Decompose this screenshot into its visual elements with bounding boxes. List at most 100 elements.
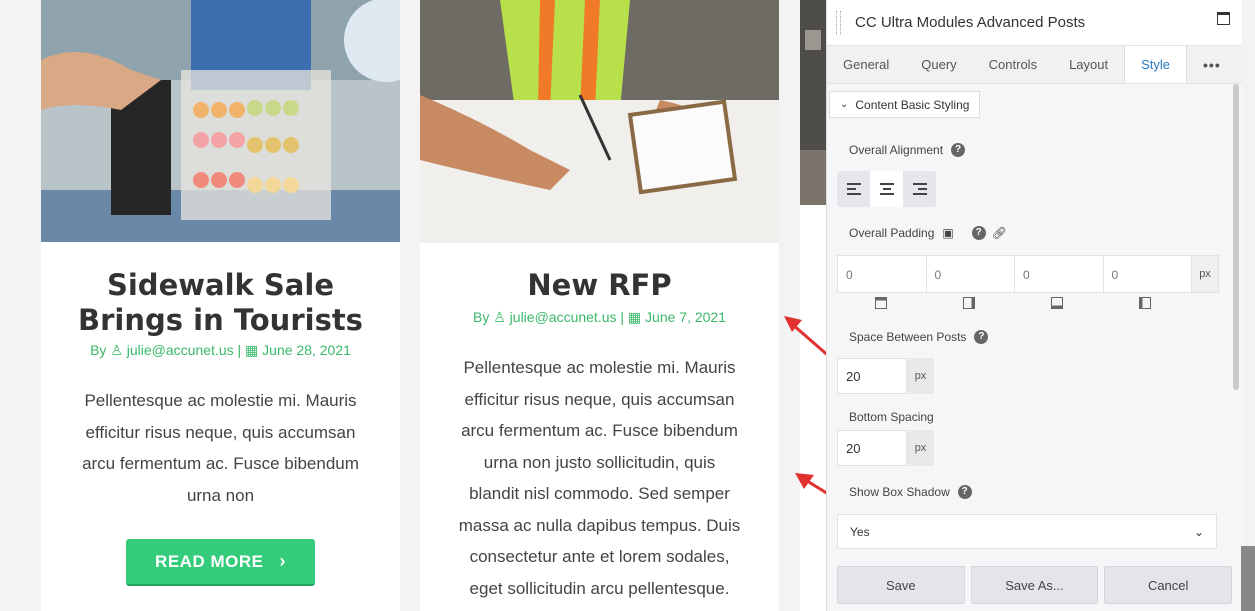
section-toggle-content-basic-styling[interactable]: ⌄ Content Basic Styling — [829, 91, 981, 118]
post-title-line[interactable]: New RFP — [527, 268, 671, 302]
meta-by-label: By — [472, 309, 490, 325]
unit-label: px — [907, 358, 934, 394]
save-button[interactable]: Save — [837, 566, 965, 604]
padding-unit[interactable]: px — [1192, 256, 1218, 292]
post-excerpt: Pellentesque ac molestie mi. Mauris effi… — [41, 385, 400, 511]
select-value: Yes — [850, 524, 870, 539]
panel-header[interactable]: CC Ultra Modules Advanced Posts — [827, 0, 1242, 46]
post-title-line[interactable]: Brings in Tourists — [78, 303, 363, 337]
post-excerpt: Pellentesque ac molestie mi. Mauris effi… — [420, 352, 779, 604]
alignment-control — [837, 171, 936, 207]
post-author-link[interactable]: julie@accunet.us — [510, 309, 617, 325]
panel-scrollbar[interactable] — [1233, 84, 1239, 390]
box-shadow-label: Show Box Shadow ? — [849, 485, 972, 499]
box-shadow-select[interactable]: Yes ⌄ — [837, 514, 1217, 549]
drag-handle-icon[interactable] — [836, 10, 841, 35]
post-author-link[interactable]: julie@accunet.us — [127, 342, 234, 358]
excerpt-line: urna non justo sollicitudin, quis — [483, 452, 716, 472]
align-center-icon — [879, 183, 894, 195]
label-text: Show Box Shadow — [849, 485, 950, 499]
help-icon[interactable]: ? — [974, 330, 989, 344]
post-title[interactable]: Sidewalk Sale Brings in Tourists — [41, 268, 400, 338]
space-between-label: Space Between Posts ? — [849, 330, 989, 344]
bottom-spacing-field: 20 px — [837, 430, 934, 466]
post-date: June 7, 2021 — [645, 309, 727, 325]
label-text: Space Between Posts — [849, 330, 967, 344]
padding-bottom-icon — [1013, 297, 1101, 309]
bottom-spacing-input[interactable]: 20 — [837, 430, 907, 466]
page-scrollbar[interactable] — [1241, 546, 1255, 611]
minimize-icon[interactable] — [1217, 12, 1230, 25]
post-title[interactable]: New RFP — [420, 268, 779, 303]
padding-right-input[interactable]: 0 — [927, 256, 1015, 292]
post-card-2: New RFP By ♙ julie@accunet.us | ▦ June 7… — [420, 0, 779, 611]
bottom-spacing-label: Bottom Spacing — [849, 410, 934, 424]
padding-left-icon — [1101, 297, 1189, 309]
excerpt-line: arcu fermentum ac. Fusce bibendum — [461, 421, 738, 440]
padding-side-icons — [837, 297, 1189, 309]
unit-label: px — [907, 430, 934, 466]
padding-top-input[interactable]: 0 — [838, 256, 927, 292]
meta-by-label: By — [90, 342, 107, 358]
tab-style[interactable]: Style — [1124, 46, 1188, 83]
post-title-line[interactable]: Sidewalk Sale — [107, 268, 334, 302]
post-image-partial[interactable] — [800, 0, 826, 205]
user-icon: ♙ — [110, 342, 123, 358]
help-icon[interactable]: ? — [951, 143, 966, 157]
padding-left-input[interactable]: 0 — [1104, 256, 1192, 292]
link-icon[interactable]: 🔗︎ — [992, 226, 1007, 240]
tab-general[interactable]: General — [827, 46, 905, 83]
excerpt-line: Pellentesque ac molestie mi. Mauris — [84, 391, 357, 410]
align-left-icon — [846, 183, 861, 195]
space-between-input[interactable]: 20 — [837, 358, 907, 394]
post-date: June 28, 2021 — [262, 342, 351, 358]
align-right-button[interactable] — [903, 171, 936, 207]
excerpt-line: Pellentesque ac molestie mi. Mauris — [463, 358, 736, 377]
help-icon[interactable]: ? — [971, 226, 986, 240]
padding-top-icon — [837, 297, 925, 309]
cancel-button[interactable]: Cancel — [1104, 566, 1233, 604]
align-left-button[interactable] — [837, 171, 870, 207]
tab-controls[interactable]: Controls — [973, 46, 1053, 83]
post-image-market[interactable] — [41, 0, 400, 242]
calendar-icon: ▦ — [627, 309, 642, 325]
label-text: Overall Alignment — [849, 143, 944, 157]
chevron-down-icon: ⌄ — [1193, 524, 1204, 539]
excerpt-line: efficitur risus neque, quis accumsan — [464, 389, 735, 409]
read-more-label: READ MORE — [155, 551, 264, 571]
tab-query[interactable]: Query — [905, 46, 972, 83]
excerpt-line: blandit nisl commodo. Sed semper — [469, 484, 730, 503]
label-text: Bottom Spacing — [849, 410, 934, 424]
read-more-button[interactable]: READ MORE › — [126, 539, 315, 586]
overall-alignment-label: Overall Alignment ? — [849, 143, 966, 157]
help-icon[interactable]: ? — [957, 485, 972, 499]
padding-inputs: 0 0 0 0 px — [837, 255, 1219, 293]
align-center-button[interactable] — [870, 171, 903, 207]
chevron-right-icon: › — [279, 551, 286, 571]
excerpt-line: consectetur ante et lorem sodales, — [469, 547, 730, 566]
tab-more[interactable]: ••• — [1187, 46, 1237, 83]
overall-padding-label: Overall Padding ▣ ? 🔗︎ — [849, 226, 1007, 240]
space-between-field: 20 px — [837, 358, 934, 394]
calendar-icon: ▦ — [245, 342, 259, 358]
save-as-button[interactable]: Save As... — [970, 566, 1099, 604]
settings-panel: CC Ultra Modules Advanced Posts General … — [826, 0, 1242, 611]
panel-tabs: General Query Controls Layout Style ••• — [827, 46, 1242, 84]
desktop-icon[interactable]: ▣ — [942, 226, 953, 240]
excerpt-line: arcu fermentum ac. Fusce bibendum — [82, 454, 359, 473]
user-icon: ♙ — [493, 309, 506, 325]
section-title: Content Basic Styling — [855, 97, 970, 112]
post-image-clipboard[interactable] — [420, 0, 779, 243]
post-card-1: Sidewalk Sale Brings in Tourists By ♙ ju… — [41, 0, 400, 611]
excerpt-line: eget sollicitudin arcu pellentesque. — [469, 578, 730, 598]
panel-footer: Save Save As... Cancel — [827, 566, 1242, 611]
label-text: Overall Padding — [849, 226, 935, 240]
panel-title: CC Ultra Modules Advanced Posts — [855, 14, 1086, 31]
align-right-icon — [912, 183, 927, 195]
padding-right-icon — [925, 297, 1013, 309]
padding-bottom-input[interactable]: 0 — [1015, 256, 1104, 292]
tab-layout[interactable]: Layout — [1053, 46, 1124, 83]
excerpt-line: urna non — [186, 485, 255, 505]
meta-separator: | — [237, 342, 242, 358]
meta-separator: | — [620, 309, 625, 325]
